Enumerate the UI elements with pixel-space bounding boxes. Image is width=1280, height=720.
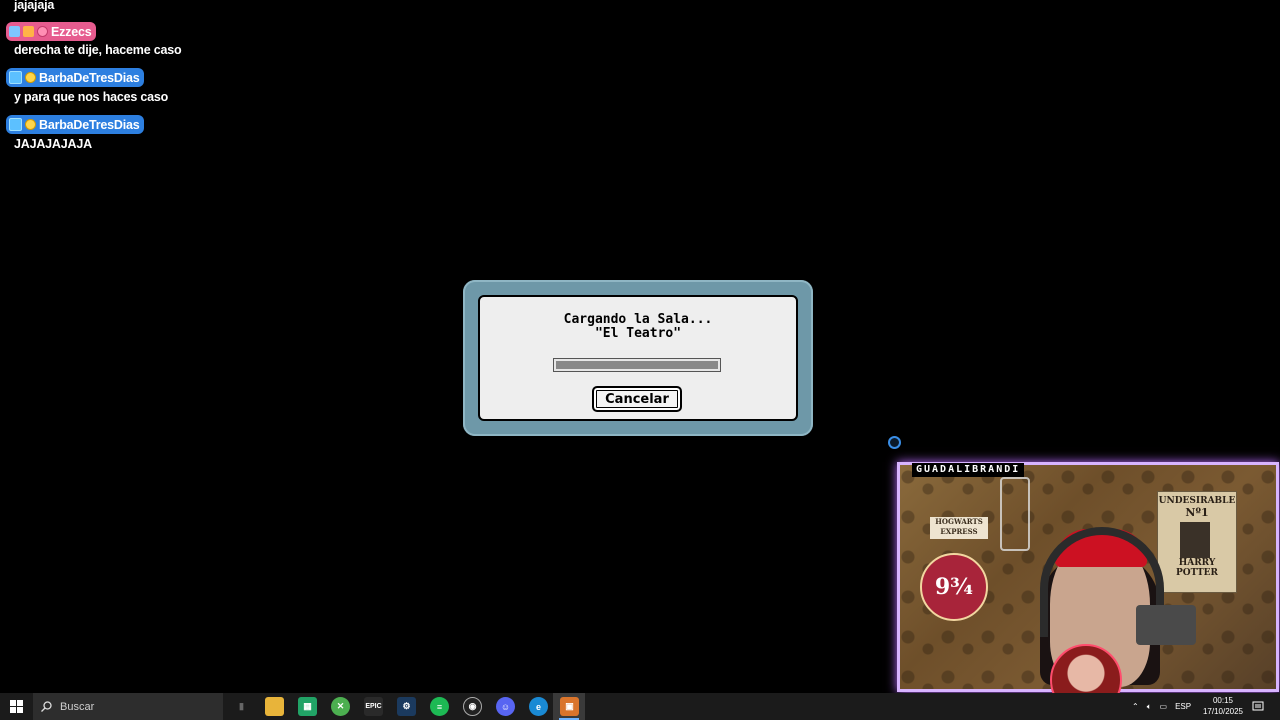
channel-name: GUADALIBRANDI xyxy=(912,463,1025,477)
loading-dialog: Cargando la Sala... "El Teatro" Cancelar xyxy=(463,280,813,436)
language-indicator[interactable]: ESP xyxy=(1175,702,1191,711)
chat-username: BarbaDeTresDias xyxy=(39,70,140,85)
clock-date: 17/10/2025 xyxy=(1202,707,1244,716)
windows-taskbar: Buscar ▮ ▦ ✕ EPIC ⚙ ≡ ◉ ☺ e ▣ ⌃ 🔈︎ ▭ ESP… xyxy=(0,693,1280,720)
loading-progress-bar xyxy=(553,358,721,372)
discord-icon[interactable]: ☺ xyxy=(496,697,515,716)
subscriber-icon xyxy=(9,26,20,37)
volume-icon[interactable]: 🔈︎ xyxy=(1147,702,1152,712)
chat-username-badge: BarbaDeTresDias xyxy=(6,68,144,87)
loading-dialog-panel: Cargando la Sala... "El Teatro" Cancelar xyxy=(478,295,798,421)
epic-games-icon[interactable]: EPIC xyxy=(364,697,383,716)
sheets-icon[interactable]: ▦ xyxy=(298,697,317,716)
room-name: "El Teatro" xyxy=(594,326,682,341)
coin-icon xyxy=(25,72,36,83)
lightning-bolt-decoration xyxy=(1000,477,1030,551)
subscriber-icon xyxy=(9,71,22,84)
chat-username-badge: Ezzecs xyxy=(6,22,96,41)
task-view-icon[interactable]: ▮ xyxy=(232,697,251,716)
taskbar-search[interactable]: Buscar xyxy=(33,693,223,720)
obs-icon[interactable]: ◉ xyxy=(463,697,482,716)
chat-username: Ezzecs xyxy=(51,24,92,39)
chat-username-badge: BarbaDeTresDias xyxy=(6,115,144,134)
xbox-icon[interactable]: ✕ xyxy=(331,697,350,716)
chat-message-text: derecha te dije, haceme caso xyxy=(14,43,182,57)
chat-message-text: JAJAJAJAJA xyxy=(14,137,92,151)
search-icon xyxy=(41,701,52,712)
chat-message-text: jajajaja xyxy=(14,0,55,12)
hogwarts-sign: HOGWARTS EXPRESS xyxy=(930,517,988,539)
windows-start-icon[interactable] xyxy=(0,693,32,720)
subscriber-icon xyxy=(9,118,22,131)
steam-icon[interactable]: ⚙ xyxy=(397,697,416,716)
progress-fill xyxy=(556,361,718,369)
search-placeholder: Buscar xyxy=(60,700,95,713)
clock[interactable]: 00:15 17/10/2025 xyxy=(1198,695,1248,717)
game-icon[interactable]: ▣ xyxy=(560,697,579,716)
network-icon[interactable]: ▭ xyxy=(1160,702,1168,711)
system-tray: ⌃ 🔈︎ ▭ ESP xyxy=(1132,693,1191,720)
chat-username: BarbaDeTresDias xyxy=(39,117,140,132)
edge-icon[interactable]: e xyxy=(529,697,548,716)
platform-sign: 9¾ xyxy=(920,553,988,621)
wanted-poster: UNDESIRABLE Nº1 HARRY POTTER xyxy=(1157,491,1237,593)
bits-icon xyxy=(37,26,48,37)
cancel-button[interactable]: Cancelar xyxy=(592,386,682,412)
notification-icon[interactable] xyxy=(1252,693,1264,720)
loading-title: Cargando la Sala... xyxy=(563,312,713,327)
loading-spinner-icon xyxy=(888,436,901,449)
gift-icon xyxy=(23,26,34,37)
clock-time: 00:15 xyxy=(1212,696,1234,705)
microphone xyxy=(1136,605,1196,645)
file-explorer-icon[interactable] xyxy=(265,697,284,716)
chat-message-text: y para que nos haces caso xyxy=(14,90,169,104)
coin-icon xyxy=(25,119,36,130)
chevron-up-icon[interactable]: ⌃ xyxy=(1132,702,1139,711)
spotify-icon[interactable]: ≡ xyxy=(430,697,449,716)
